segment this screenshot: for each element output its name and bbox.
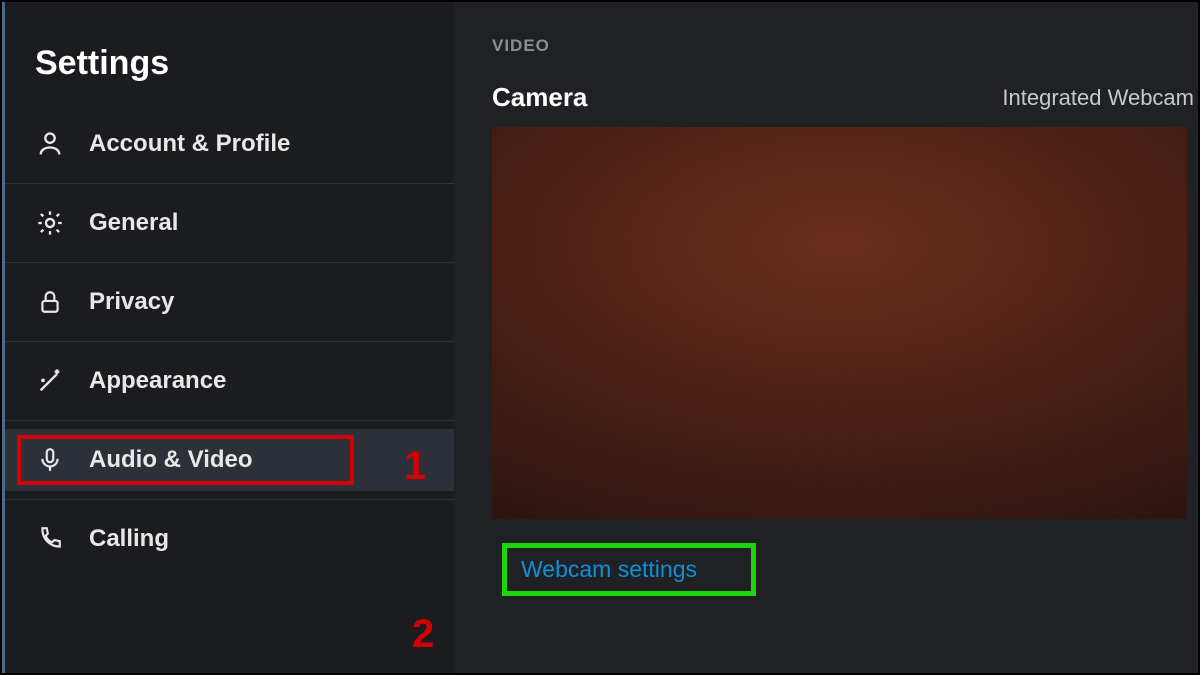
annotation-step-2: 2: [412, 612, 434, 657]
divider: [5, 420, 454, 421]
sidebar-item-account-profile[interactable]: Account & Profile: [5, 113, 454, 175]
sidebar-item-label: Privacy: [89, 288, 174, 316]
annotation-step-1: 1: [404, 444, 426, 489]
phone-icon: [35, 524, 65, 554]
settings-sidebar: Settings Account & Profile General Priva…: [2, 2, 454, 673]
sidebar-item-calling[interactable]: Calling: [5, 508, 454, 570]
sidebar-item-general[interactable]: General: [5, 192, 454, 254]
person-icon: [35, 129, 65, 159]
sidebar-item-audio-video[interactable]: Audio & Video: [5, 429, 454, 491]
lock-icon: [35, 287, 65, 317]
camera-row: Camera Integrated Webcam: [492, 82, 1198, 113]
camera-select[interactable]: Integrated Webcam: [1002, 85, 1194, 111]
sidebar-item-label: Account & Profile: [89, 130, 290, 158]
divider: [5, 341, 454, 342]
settings-main-panel: VIDEO Camera Integrated Webcam Webcam se…: [454, 2, 1198, 673]
camera-preview: [492, 127, 1187, 519]
divider: [5, 499, 454, 500]
sidebar-title: Settings: [5, 22, 454, 113]
microphone-icon: [35, 445, 65, 475]
camera-label: Camera: [492, 82, 587, 113]
sidebar-item-label: Audio & Video: [89, 446, 253, 474]
video-section-header: VIDEO: [492, 36, 1198, 56]
settings-window: Settings Account & Profile General Priva…: [2, 2, 1198, 673]
sidebar-item-appearance[interactable]: Appearance: [5, 350, 454, 412]
sidebar-item-label: General: [89, 209, 178, 237]
gear-icon: [35, 208, 65, 238]
divider: [5, 183, 454, 184]
divider: [5, 262, 454, 263]
magic-wand-icon: [35, 366, 65, 396]
sidebar-item-label: Calling: [89, 525, 169, 553]
sidebar-item-privacy[interactable]: Privacy: [5, 271, 454, 333]
webcam-settings-link[interactable]: Webcam settings: [502, 543, 756, 596]
sidebar-item-label: Appearance: [89, 367, 226, 395]
